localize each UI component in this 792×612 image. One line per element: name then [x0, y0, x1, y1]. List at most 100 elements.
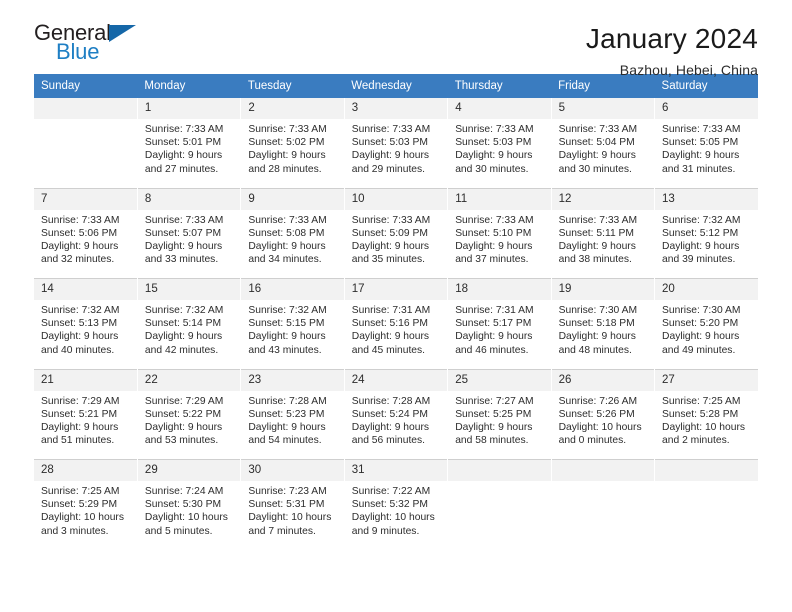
calendar-day-cell[interactable]: 21 Sunrise: 7:29 AM Sunset: 5:21 PM Dayligh…: [34, 369, 138, 460]
day-details: Sunrise: 7:33 AM Sunset: 5:04 PM Daylight:…: [552, 119, 654, 176]
daylight-duration-line2: and 34 minutes.: [248, 254, 322, 266]
calendar-day-cell[interactable]: 23 Sunrise: 7:28 AM Sunset: 5:23 PM Dayligh…: [240, 369, 345, 460]
sunset-time: Sunset: 5:32 PM: [351, 499, 428, 511]
calendar-day-cell[interactable]: 17 Sunrise: 7:31 AM Sunset: 5:16 PM Dayligh…: [344, 279, 449, 369]
calendar-day-cell[interactable]: 8 Sunrise: 7:33 AM Sunset: 5:07 PM Daylight…: [137, 188, 242, 279]
daylight-duration-line2: and 53 minutes.: [144, 435, 219, 447]
day-number: 13: [655, 188, 758, 210]
sunset-time: Sunset: 5:01 PM: [144, 137, 222, 149]
daylight-duration-line1: Daylight: 9 hours: [558, 150, 636, 162]
calendar-day-cell[interactable]: 22 Sunrise: 7:29 AM Sunset: 5:22 PM Dayligh…: [137, 369, 242, 460]
calendar-day-cell[interactable]: 13 Sunrise: 7:32 AM Sunset: 5:12 PM Dayligh…: [654, 188, 758, 279]
day-cell-inner: 4 Sunrise: 7:33 AM Sunset: 5:03 PM Daylight…: [448, 98, 551, 188]
daylight-duration-line1: Daylight: 9 hours: [144, 421, 223, 433]
sunset-time: Sunset: 5:18 PM: [558, 318, 635, 330]
day-details: Sunrise: 7:25 AM Sunset: 5:29 PM Daylight:…: [34, 481, 137, 538]
daylight-duration-line2: and 32 minutes.: [41, 254, 115, 266]
day-details: Sunrise: 7:30 AM Sunset: 5:20 PM Daylight:…: [655, 300, 758, 357]
sunset-time: Sunset: 5:06 PM: [41, 227, 118, 239]
weekday-header-wednesday: Wednesday: [344, 74, 448, 98]
daylight-duration-line2: and 54 minutes.: [248, 435, 322, 447]
title-block: January 2024 Bazhou, Hebei, China: [586, 22, 758, 78]
calendar-day-cell[interactable]: 29 Sunrise: 7:24 AM Sunset: 5:30 PM Dayligh…: [137, 460, 242, 550]
calendar-day-cell[interactable]: 3 Sunrise: 7:33 AM Sunset: 5:03 PM Daylight…: [344, 98, 449, 188]
calendar-day-cell[interactable]: 20 Sunrise: 7:30 AM Sunset: 5:20 PM Dayligh…: [654, 279, 758, 369]
weekday-header-tuesday: Tuesday: [240, 74, 345, 98]
calendar-day-cell[interactable]: 11 Sunrise: 7:33 AM Sunset: 5:10 PM Dayligh…: [447, 188, 552, 279]
day-cell-inner: [551, 460, 655, 550]
calendar-day-cell[interactable]: 9 Sunrise: 7:33 AM Sunset: 5:08 PM Daylight…: [240, 188, 345, 279]
day-number: 14: [34, 279, 137, 300]
day-cell-inner: 11 Sunrise: 7:33 AM Sunset: 5:10 PM Dayligh…: [448, 188, 551, 279]
day-cell-inner: 21 Sunrise: 7:29 AM Sunset: 5:21 PM Dayligh…: [34, 369, 137, 460]
sunset-time: Sunset: 5:05 PM: [662, 137, 739, 149]
logo-triangle-icon: [109, 25, 136, 42]
day-details: Sunrise: 7:23 AM Sunset: 5:31 PM Daylight:…: [241, 481, 343, 538]
daylight-duration-line1: Daylight: 9 hours: [455, 331, 533, 343]
sunrise-time: Sunrise: 7:33 AM: [662, 124, 741, 135]
day-number: 15: [137, 279, 241, 300]
day-details: Sunrise: 7:33 AM Sunset: 5:06 PM Daylight:…: [34, 210, 137, 267]
daylight-duration-line2: and 42 minutes.: [144, 344, 219, 356]
day-cell-inner: 5 Sunrise: 7:33 AM Sunset: 5:04 PM Daylight…: [551, 98, 655, 188]
day-number: 24: [344, 369, 448, 391]
general-blue-logo[interactable]: General Blue: [34, 22, 139, 68]
day-number: 28: [34, 460, 137, 481]
daylight-duration-line1: Daylight: 9 hours: [248, 150, 326, 162]
calendar-day-cell[interactable]: 31 Sunrise: 7:22 AM Sunset: 5:32 PM Dayligh…: [344, 460, 449, 550]
calendar-day-cell[interactable]: 15 Sunrise: 7:32 AM Sunset: 5:14 PM Dayligh…: [137, 279, 242, 369]
calendar-day-cell[interactable]: 10 Sunrise: 7:33 AM Sunset: 5:09 PM Dayligh…: [344, 188, 449, 279]
daylight-duration-line1: Daylight: 10 hours: [41, 512, 124, 524]
day-cell-inner: 10 Sunrise: 7:33 AM Sunset: 5:09 PM Dayligh…: [344, 188, 448, 279]
calendar-day-cell[interactable]: 18 Sunrise: 7:31 AM Sunset: 5:17 PM Dayligh…: [447, 279, 552, 369]
day-cell-inner: [34, 98, 137, 188]
daylight-duration-line2: and 58 minutes.: [455, 435, 529, 447]
day-cell-inner: 31 Sunrise: 7:22 AM Sunset: 5:32 PM Dayligh…: [344, 460, 448, 550]
calendar-day-cell[interactable]: 24 Sunrise: 7:28 AM Sunset: 5:24 PM Dayligh…: [344, 369, 449, 460]
day-cell-inner: 30 Sunrise: 7:23 AM Sunset: 5:31 PM Dayligh…: [241, 460, 344, 550]
sunset-time: Sunset: 5:16 PM: [351, 318, 428, 330]
calendar-day-cell[interactable]: 27 Sunrise: 7:25 AM Sunset: 5:28 PM Dayligh…: [654, 369, 758, 460]
daylight-duration-line1: Daylight: 10 hours: [662, 421, 746, 433]
sunrise-time: Sunrise: 7:23 AM: [248, 486, 327, 497]
sunrise-time: Sunrise: 7:26 AM: [558, 395, 638, 407]
calendar-day-cell[interactable]: 1 Sunrise: 7:33 AM Sunset: 5:01 PM Daylight…: [137, 98, 242, 188]
sunrise-time: Sunrise: 7:33 AM: [41, 214, 120, 226]
calendar-day-cell[interactable]: 26 Sunrise: 7:26 AM Sunset: 5:26 PM Dayligh…: [551, 369, 656, 460]
calendar-day-cell[interactable]: 5 Sunrise: 7:33 AM Sunset: 5:04 PM Daylight…: [551, 98, 656, 188]
calendar-day-cell[interactable]: 6 Sunrise: 7:33 AM Sunset: 5:05 PM Daylight…: [654, 98, 758, 188]
day-number: 8: [137, 188, 241, 210]
calendar-day-cell[interactable]: 2 Sunrise: 7:33 AM Sunset: 5:02 PM Daylight…: [240, 98, 345, 188]
sunset-time: Sunset: 5:11 PM: [558, 227, 634, 239]
page-subtitle: Bazhou, Hebei, China: [619, 61, 758, 78]
sunset-time: Sunset: 5:15 PM: [248, 318, 325, 330]
sunset-time: Sunset: 5:30 PM: [144, 499, 222, 511]
calendar-day-cell[interactable]: 4 Sunrise: 7:33 AM Sunset: 5:03 PM Daylight…: [447, 98, 552, 188]
day-cell-inner: 24 Sunrise: 7:28 AM Sunset: 5:24 PM Dayligh…: [344, 369, 448, 460]
calendar-day-cell[interactable]: 12 Sunrise: 7:33 AM Sunset: 5:11 PM Dayligh…: [551, 188, 656, 279]
day-number: 21: [34, 369, 137, 391]
day-number: [448, 460, 551, 481]
daylight-duration-line1: Daylight: 10 hours: [248, 512, 332, 524]
sunset-time: Sunset: 5:03 PM: [455, 137, 532, 149]
daylight-duration-line1: Daylight: 9 hours: [662, 331, 740, 343]
sunrise-time: Sunrise: 7:25 AM: [662, 395, 741, 407]
calendar-day-cell[interactable]: 14 Sunrise: 7:32 AM Sunset: 5:13 PM Dayligh…: [34, 279, 138, 369]
calendar-day-cell[interactable]: 28 Sunrise: 7:25 AM Sunset: 5:29 PM Dayligh…: [34, 460, 138, 550]
day-number: 4: [448, 98, 551, 119]
calendar-day-cell[interactable]: 30 Sunrise: 7:23 AM Sunset: 5:31 PM Dayligh…: [240, 460, 345, 550]
daylight-duration-line1: Daylight: 9 hours: [41, 240, 119, 252]
day-details: Sunrise: 7:29 AM Sunset: 5:21 PM Daylight:…: [34, 391, 137, 448]
daylight-duration-line2: and 56 minutes.: [351, 435, 426, 447]
calendar-week-row: 7 Sunrise: 7:33 AM Sunset: 5:06 PM Daylight…: [34, 188, 758, 279]
calendar-day-cell[interactable]: 16 Sunrise: 7:32 AM Sunset: 5:15 PM Dayligh…: [240, 279, 345, 369]
daylight-duration-line1: Daylight: 10 hours: [144, 512, 228, 524]
daylight-duration-line1: Daylight: 9 hours: [248, 240, 326, 252]
day-cell-inner: 15 Sunrise: 7:32 AM Sunset: 5:14 PM Dayligh…: [137, 279, 241, 369]
calendar-day-cell[interactable]: 19 Sunrise: 7:30 AM Sunset: 5:18 PM Dayligh…: [551, 279, 656, 369]
calendar-day-cell[interactable]: 25 Sunrise: 7:27 AM Sunset: 5:25 PM Dayligh…: [447, 369, 552, 460]
day-details: Sunrise: 7:28 AM Sunset: 5:23 PM Daylight:…: [241, 391, 343, 448]
day-details: Sunrise: 7:27 AM Sunset: 5:25 PM Daylight:…: [448, 391, 550, 448]
day-cell-inner: 9 Sunrise: 7:33 AM Sunset: 5:08 PM Daylight…: [241, 188, 344, 279]
calendar-day-cell[interactable]: 7 Sunrise: 7:33 AM Sunset: 5:06 PM Daylight…: [34, 188, 138, 279]
